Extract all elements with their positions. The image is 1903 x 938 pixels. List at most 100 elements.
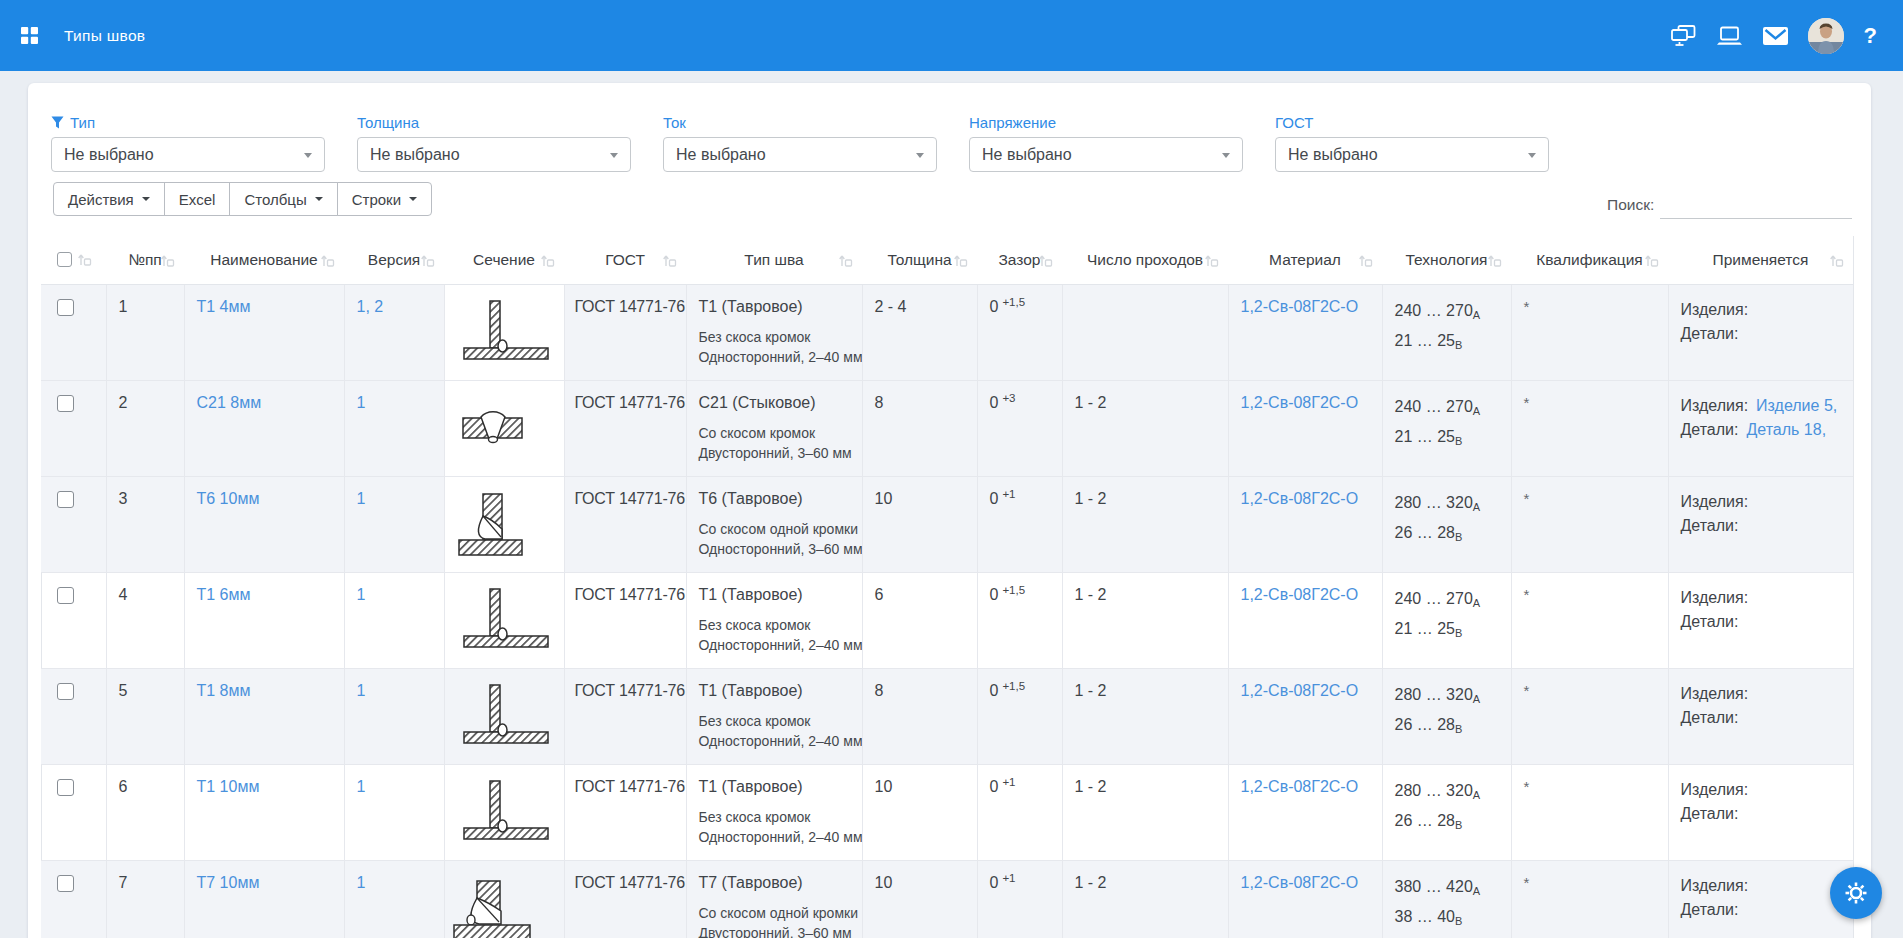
col-header-num[interactable]: №пп xyxy=(106,236,184,284)
sort-icon[interactable] xyxy=(420,253,435,268)
row-name: Т1 6мм xyxy=(184,572,344,668)
row-select-cell xyxy=(41,284,106,380)
col-header-material[interactable]: Материал xyxy=(1228,236,1382,284)
material-link[interactable]: 1,2-Св-08Г2С-О xyxy=(1241,874,1359,891)
dual-monitors-icon[interactable] xyxy=(1671,25,1696,47)
sort-icon[interactable] xyxy=(1358,253,1373,268)
name-link[interactable]: Т1 10мм xyxy=(197,778,260,795)
col-header-seam[interactable]: Тип шва xyxy=(686,236,862,284)
name-link[interactable]: С21 8мм xyxy=(197,394,262,411)
row-checkbox[interactable] xyxy=(57,875,74,892)
material-link[interactable]: 1,2-Св-08Г2С-О xyxy=(1241,778,1359,795)
filter-voltage-select[interactable]: Не выбрано xyxy=(969,137,1243,172)
table-row: 7 Т7 10мм 1 ГОСТ 14771-76 Т7 (Тавровое) … xyxy=(41,860,1853,938)
rows-button[interactable]: Строки xyxy=(337,182,432,216)
top-navbar: Типы швов xyxy=(0,0,1903,71)
row-checkbox[interactable] xyxy=(57,683,74,700)
row-name: Т7 10мм xyxy=(184,860,344,938)
row-material: 1,2-Св-08Г2С-О xyxy=(1228,572,1382,668)
name-link[interactable]: Т1 8мм xyxy=(197,682,251,699)
col-header-name[interactable]: Наименование xyxy=(184,236,344,284)
filter-gost-select[interactable]: Не выбрано xyxy=(1275,137,1549,172)
material-link[interactable]: 1,2-Св-08Г2С-О xyxy=(1241,586,1359,603)
version-link[interactable]: 1 xyxy=(357,586,366,603)
col-header-section[interactable]: Сечение xyxy=(444,236,564,284)
col-header-gap[interactable]: Зазор xyxy=(977,236,1062,284)
sort-icon[interactable] xyxy=(662,253,677,268)
row-select-cell xyxy=(41,860,106,938)
row-section xyxy=(444,860,564,938)
row-checkbox[interactable] xyxy=(57,395,74,412)
sort-icon[interactable] xyxy=(1644,253,1659,268)
filter-thickness-select[interactable]: Не выбрано xyxy=(357,137,631,172)
col-header-gost[interactable]: ГОСТ xyxy=(564,236,686,284)
name-link[interactable]: Т6 10мм xyxy=(197,490,260,507)
name-link[interactable]: Т1 4мм xyxy=(197,298,251,315)
col-header-thickness[interactable]: Толщина xyxy=(862,236,977,284)
filter-type: Тип Не выбрано xyxy=(51,113,325,172)
row-checkbox[interactable] xyxy=(57,587,74,604)
laptop-icon[interactable] xyxy=(1716,26,1743,46)
material-link[interactable]: 1,2-Св-08Г2С-О xyxy=(1241,394,1359,411)
excel-button[interactable]: Excel xyxy=(164,182,231,216)
table-row: 2 С21 8мм 1 ГОСТ 14771-76 С21 (Стыковое)… xyxy=(41,380,1853,476)
sort-icon[interactable] xyxy=(838,253,853,268)
sort-icon[interactable] xyxy=(1038,253,1053,268)
row-select-cell xyxy=(41,380,106,476)
part-link[interactable]: Деталь 18, xyxy=(1746,421,1826,438)
sort-icon[interactable] xyxy=(953,253,968,268)
material-link[interactable]: 1,2-Св-08Г2С-О xyxy=(1241,298,1359,315)
search-input[interactable] xyxy=(1660,189,1852,219)
filter-type-select[interactable]: Не выбрано xyxy=(51,137,325,172)
row-gap: 0+1,5 xyxy=(977,572,1062,668)
version-link[interactable]: 1 xyxy=(357,394,366,411)
sort-icon[interactable] xyxy=(77,252,92,267)
sort-icon[interactable] xyxy=(320,253,335,268)
row-passes: 1 - 2 xyxy=(1062,668,1228,764)
version-link[interactable]: 1 xyxy=(357,874,366,891)
settings-fab[interactable] xyxy=(1830,867,1882,919)
columns-button[interactable]: Столбцы xyxy=(229,182,337,216)
material-link[interactable]: 1,2-Св-08Г2С-О xyxy=(1241,490,1359,507)
sort-icon[interactable] xyxy=(540,253,555,268)
sort-icon[interactable] xyxy=(160,253,175,268)
row-gost: ГОСТ 14771-76 xyxy=(564,476,686,572)
version-link[interactable]: 1 xyxy=(357,778,366,795)
row-checkbox[interactable] xyxy=(57,779,74,796)
row-seam: Т1 (Тавровое) Без скоса кромок Односторо… xyxy=(686,764,862,860)
sort-icon[interactable] xyxy=(1487,253,1502,268)
row-technology: 380 … 420А 38 … 40В xyxy=(1382,860,1511,938)
row-num: 5 xyxy=(106,668,184,764)
filter-gost: ГОСТ Не выбрано xyxy=(1275,113,1549,172)
col-header-passes[interactable]: Число проходов xyxy=(1062,236,1228,284)
row-technology: 240 … 270А 21 … 25В xyxy=(1382,572,1511,668)
row-qualification: * xyxy=(1511,284,1668,380)
user-avatar[interactable] xyxy=(1808,18,1844,54)
help-icon[interactable]: ? xyxy=(1864,23,1877,49)
name-link[interactable]: Т1 6мм xyxy=(197,586,251,603)
version-link[interactable]: 1 xyxy=(357,682,366,699)
col-header-applies[interactable]: Применяется xyxy=(1668,236,1853,284)
row-section xyxy=(444,668,564,764)
chevron-down-icon xyxy=(916,153,924,158)
row-applies: Изделия: Детали: xyxy=(1668,572,1853,668)
product-link[interactable]: Изделие 5, xyxy=(1756,397,1837,414)
col-header-qualification[interactable]: Квалификация xyxy=(1511,236,1668,284)
col-header-version[interactable]: Версия xyxy=(344,236,444,284)
actions-button[interactable]: Действия xyxy=(53,182,165,216)
version-link[interactable]: 1 xyxy=(357,490,366,507)
apps-grid-icon[interactable] xyxy=(21,27,38,44)
sort-icon[interactable] xyxy=(1204,253,1219,268)
filter-current-select[interactable]: Не выбрано xyxy=(663,137,937,172)
name-link[interactable]: Т7 10мм xyxy=(197,874,260,891)
row-checkbox[interactable] xyxy=(57,491,74,508)
row-checkbox[interactable] xyxy=(57,299,74,316)
row-thickness: 10 xyxy=(862,764,977,860)
row-applies: Изделия: Детали: xyxy=(1668,284,1853,380)
mail-icon[interactable] xyxy=(1763,27,1788,45)
material-link[interactable]: 1,2-Св-08Г2С-О xyxy=(1241,682,1359,699)
select-all-checkbox[interactable] xyxy=(57,252,72,267)
version-link[interactable]: 1, 2 xyxy=(357,298,384,315)
sort-icon[interactable] xyxy=(1829,253,1844,268)
col-header-technology[interactable]: Технология xyxy=(1382,236,1511,284)
